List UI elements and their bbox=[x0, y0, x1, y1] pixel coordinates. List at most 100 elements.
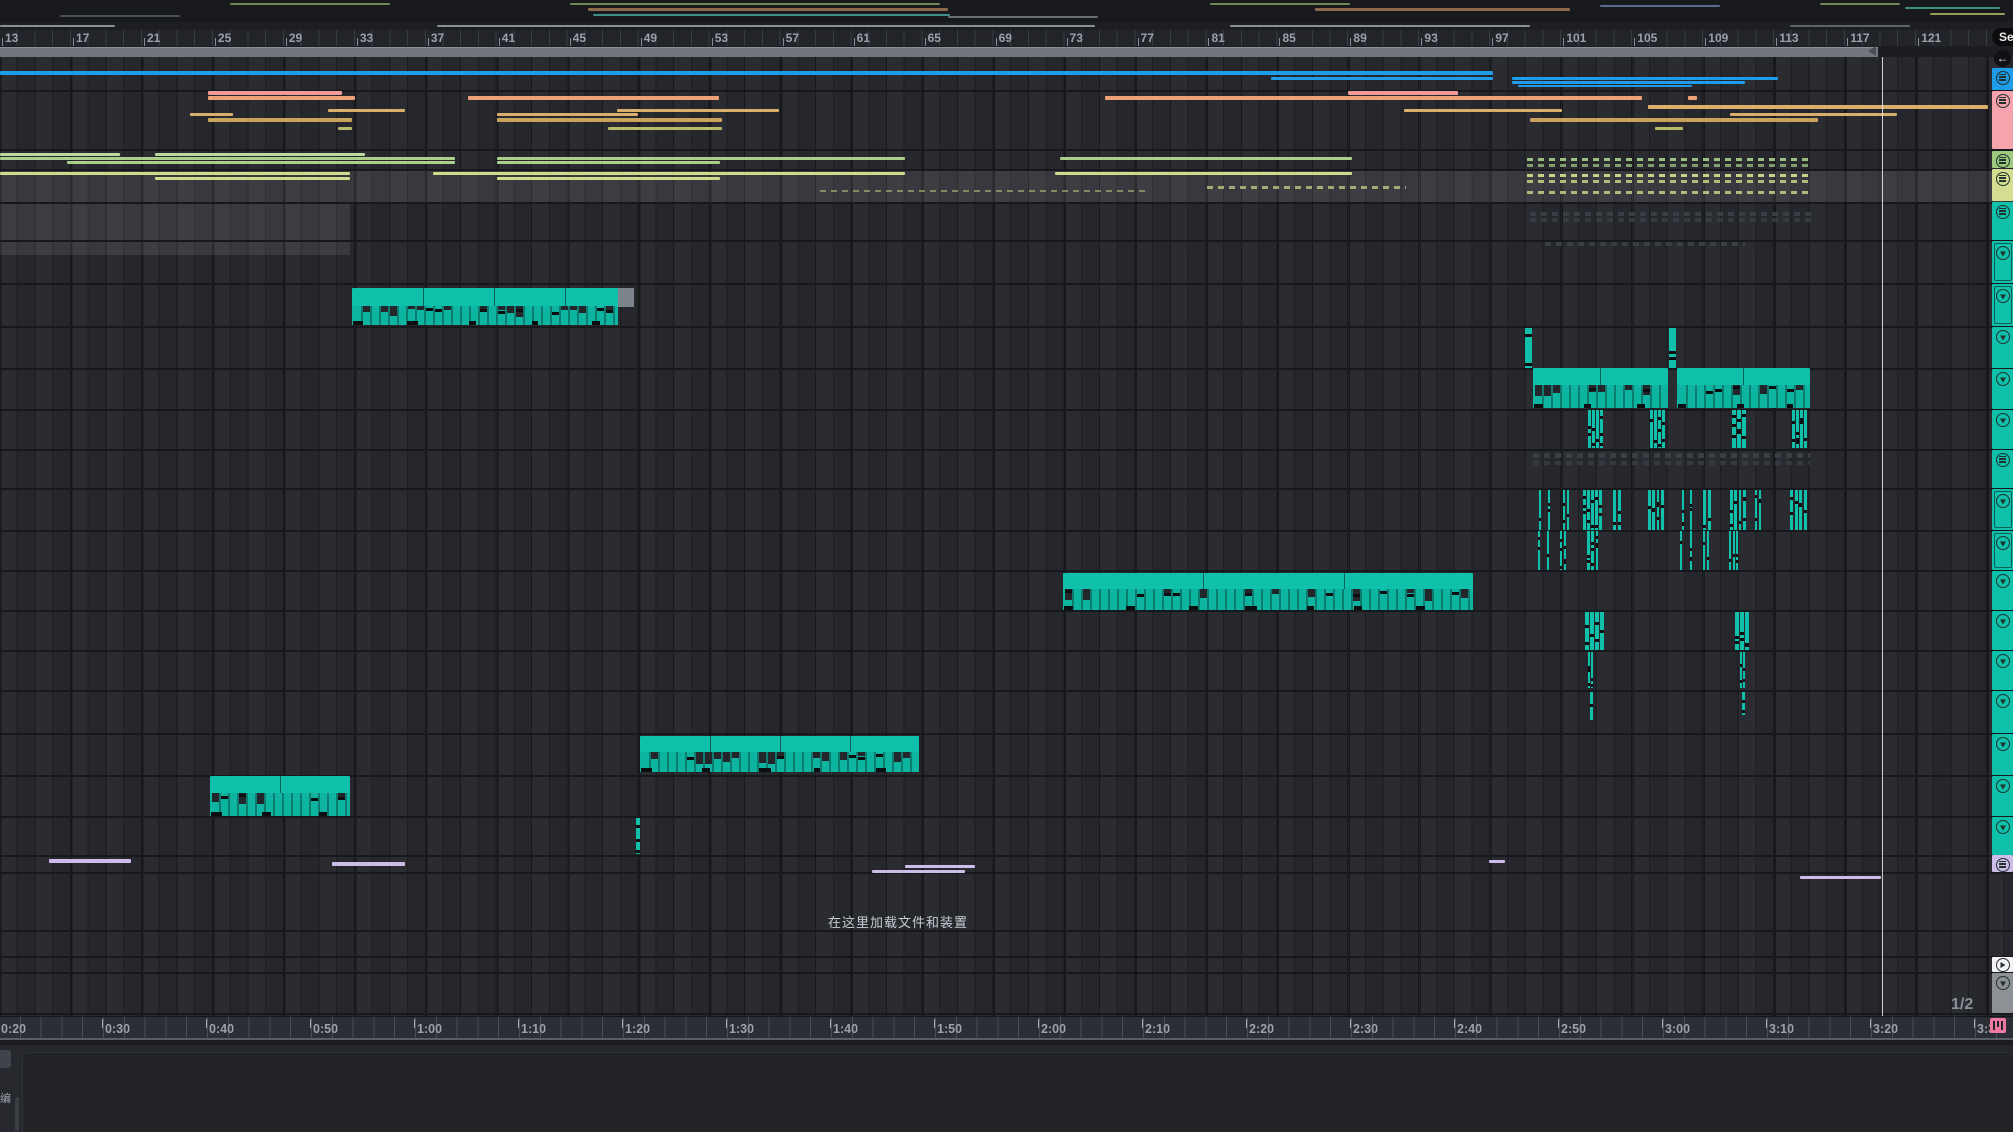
midi-strip-clip[interactable] bbox=[1585, 612, 1589, 650]
midi-strip-clip[interactable] bbox=[1662, 410, 1665, 448]
track-header-menu[interactable] bbox=[1992, 169, 2013, 201]
midi-strip-clip[interactable] bbox=[1525, 328, 1532, 368]
midi-strip-clip[interactable] bbox=[1792, 410, 1795, 448]
midi-clip[interactable] bbox=[1677, 368, 1810, 408]
midi-strip-clip[interactable] bbox=[1730, 490, 1733, 530]
midi-strip-clip[interactable] bbox=[1648, 490, 1651, 530]
track-header-menu[interactable] bbox=[1992, 68, 2013, 90]
midi-strip-clip[interactable] bbox=[1739, 490, 1742, 530]
mini-clip-segment[interactable] bbox=[208, 96, 355, 100]
track-header-menu[interactable] bbox=[1992, 151, 2013, 168]
midi-strip-clip[interactable] bbox=[1732, 410, 1736, 448]
mini-clip-segment[interactable] bbox=[1530, 118, 1818, 122]
track-header-menu[interactable] bbox=[1992, 855, 2013, 872]
track-header-fold[interactable] bbox=[1992, 691, 2013, 733]
midi-strip-clip[interactable] bbox=[1591, 531, 1594, 570]
mini-clip-segment[interactable] bbox=[1404, 109, 1562, 112]
mini-clip-segment[interactable] bbox=[1518, 85, 1692, 87]
mini-clip-segment[interactable] bbox=[328, 109, 405, 112]
mini-clip-segment[interactable] bbox=[332, 862, 405, 866]
midi-strip-clip[interactable] bbox=[1587, 490, 1590, 530]
midi-strip-clip[interactable] bbox=[1669, 328, 1676, 368]
track-header-fold[interactable] bbox=[1992, 410, 2013, 449]
midi-strip-clip[interactable] bbox=[1795, 490, 1798, 530]
track-header-fold-group[interactable] bbox=[1992, 531, 2013, 570]
midi-clip[interactable] bbox=[640, 736, 919, 772]
midi-strip-clip[interactable] bbox=[1613, 490, 1616, 530]
mini-clip-segment[interactable] bbox=[0, 153, 120, 156]
time-ruler[interactable]: 0:200:300:400:501:001:101:201:301:401:50… bbox=[0, 1016, 2013, 1039]
bar-ruler[interactable]: 1317212529333741454953576165697377818589… bbox=[0, 30, 2013, 46]
midi-strip-clip[interactable] bbox=[1652, 490, 1655, 530]
midi-strip-clip[interactable] bbox=[1737, 410, 1741, 448]
mini-clip-segment[interactable] bbox=[1271, 77, 1493, 80]
midi-strip-clip[interactable] bbox=[636, 818, 640, 854]
track-header-menu[interactable] bbox=[1992, 202, 2013, 240]
arrangement-grid[interactable]: 在这里加载文件和装置 1/2 bbox=[0, 57, 2013, 1016]
midi-strip-clip[interactable] bbox=[1745, 612, 1749, 650]
mini-clip-segment[interactable] bbox=[905, 865, 975, 868]
mini-clip-segment[interactable] bbox=[608, 127, 722, 130]
midi-strip-clip[interactable] bbox=[1736, 531, 1738, 570]
mini-clip-segment[interactable] bbox=[338, 127, 352, 130]
midi-strip-clip[interactable] bbox=[1703, 531, 1705, 570]
midi-strip-clip[interactable] bbox=[1654, 410, 1657, 448]
midi-strip-clip[interactable] bbox=[1708, 490, 1711, 530]
mini-clip-segment[interactable] bbox=[1512, 81, 1745, 84]
clip-fade-handle[interactable] bbox=[618, 288, 634, 307]
midi-strip-clip[interactable] bbox=[1600, 410, 1603, 448]
mini-clip-segment[interactable] bbox=[1648, 105, 1988, 109]
midi-strip-clip[interactable] bbox=[1682, 490, 1684, 530]
track-header-fold-group[interactable] bbox=[1992, 489, 2013, 530]
midi-strip-clip[interactable] bbox=[1560, 531, 1562, 570]
midi-strip-clip[interactable] bbox=[1588, 652, 1590, 688]
arrangement-overview[interactable] bbox=[0, 0, 2013, 23]
mini-clip-segment[interactable] bbox=[1688, 96, 1697, 100]
mini-clip-segment[interactable] bbox=[1105, 96, 1642, 100]
mini-clip-segment[interactable] bbox=[497, 113, 638, 116]
mini-clip-segment[interactable] bbox=[1055, 172, 1352, 175]
midi-strip-clip[interactable] bbox=[1690, 531, 1692, 570]
midi-strip-clip[interactable] bbox=[1661, 490, 1664, 530]
mini-clip-segment[interactable] bbox=[1489, 860, 1505, 863]
midi-strip-clip[interactable] bbox=[1547, 531, 1549, 570]
mini-clip-segment[interactable] bbox=[468, 96, 719, 100]
midi-strip-clip[interactable] bbox=[1804, 490, 1807, 530]
insert-marker-line[interactable] bbox=[1882, 57, 1883, 1016]
midi-strip-clip[interactable] bbox=[1567, 490, 1569, 530]
midi-strip-clip[interactable] bbox=[1591, 652, 1593, 688]
mini-clip-segment[interactable] bbox=[155, 153, 365, 156]
mini-clip-segment[interactable] bbox=[67, 161, 455, 164]
midi-strip-clip[interactable] bbox=[1755, 490, 1757, 530]
mini-clip-segment[interactable] bbox=[208, 118, 352, 122]
mini-clip-segment[interactable] bbox=[1655, 127, 1683, 130]
midi-strip-clip[interactable] bbox=[1596, 410, 1599, 448]
midi-strip-clip[interactable] bbox=[1740, 652, 1742, 688]
panel-tab-handle[interactable] bbox=[0, 1050, 11, 1068]
midi-strip-clip[interactable] bbox=[1600, 612, 1604, 650]
midi-strip-clip[interactable] bbox=[1618, 490, 1621, 530]
midi-strip-clip[interactable] bbox=[1743, 490, 1746, 530]
midi-strip-clip[interactable] bbox=[1734, 490, 1737, 530]
midi-strip-clip[interactable] bbox=[1707, 531, 1709, 570]
mini-clip-segment[interactable] bbox=[497, 157, 905, 160]
midi-strip-clip[interactable] bbox=[1729, 531, 1731, 570]
track-header-fold[interactable] bbox=[1992, 734, 2013, 775]
midi-strip-clip[interactable] bbox=[1759, 490, 1761, 530]
midi-strip-clip[interactable] bbox=[1740, 612, 1744, 650]
midi-strip-clip[interactable] bbox=[1790, 490, 1793, 530]
midi-strip-clip[interactable] bbox=[1657, 490, 1660, 530]
midi-strip-clip[interactable] bbox=[1595, 490, 1598, 530]
midi-strip-clip[interactable] bbox=[1703, 490, 1706, 530]
midi-strip-clip[interactable] bbox=[1650, 410, 1653, 448]
mini-clip-segment[interactable] bbox=[1060, 157, 1352, 160]
midi-strip-clip[interactable] bbox=[1742, 410, 1746, 448]
track-header-fold[interactable] bbox=[1992, 369, 2013, 409]
device-panel-body[interactable] bbox=[22, 1052, 2013, 1132]
midi-strip-clip[interactable] bbox=[1590, 692, 1593, 720]
midi-strip-clip[interactable] bbox=[1596, 531, 1599, 570]
midi-strip-clip[interactable] bbox=[1742, 692, 1745, 715]
midi-clip[interactable] bbox=[210, 776, 350, 816]
midi-strip-clip[interactable] bbox=[1796, 410, 1799, 448]
midi-strip-clip[interactable] bbox=[1680, 531, 1682, 570]
